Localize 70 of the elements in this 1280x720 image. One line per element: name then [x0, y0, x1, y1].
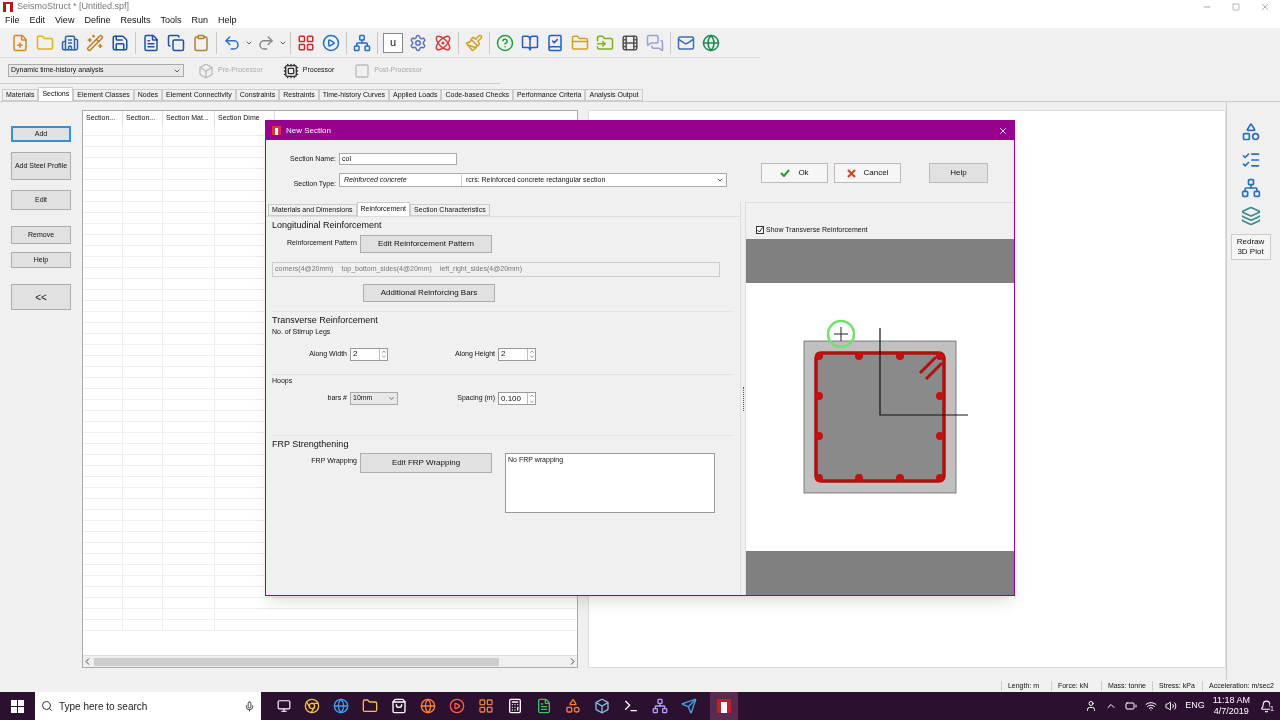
side-button[interactable]: <<: [11, 284, 71, 310]
search-icon: [41, 700, 53, 712]
edit-frp-button[interactable]: Edit FRP Wrapping: [360, 452, 492, 473]
spreadsheet-icon[interactable]: [536, 698, 552, 714]
calculator-icon[interactable]: [507, 698, 523, 714]
network-icon[interactable]: [1145, 700, 1158, 712]
menu-item[interactable]: Help: [217, 14, 237, 28]
app-icon[interactable]: [594, 698, 610, 714]
checkbox[interactable]: [756, 225, 764, 234]
menu-item[interactable]: Run: [191, 14, 208, 28]
spin-arrows-icon[interactable]: [527, 348, 535, 360]
task-view-icon[interactable]: [277, 699, 291, 713]
structure-icon[interactable]: [1240, 178, 1261, 198]
redraw-button[interactable]: Redraw 3D Plot: [1230, 234, 1271, 260]
menu-item[interactable]: Edit: [29, 14, 46, 28]
volume-icon[interactable]: [1165, 700, 1178, 712]
spin-value: 2: [500, 350, 507, 358]
window-title: SeismoStruct * [Untitled.spf]: [17, 0, 130, 14]
terminal-icon[interactable]: [623, 698, 639, 714]
spin-arrows-icon[interactable]: [379, 348, 387, 360]
cursor-icon: [826, 319, 856, 349]
edit-pattern-button[interactable]: Edit Reinforcement Pattern: [360, 234, 492, 253]
caret-icon[interactable]: [388, 395, 395, 402]
dialog-button[interactable]: Cancel: [834, 163, 901, 183]
cube-icon: [198, 62, 214, 79]
record-icon[interactable]: [449, 698, 465, 714]
browser-icon[interactable]: [333, 698, 349, 714]
close-icon[interactable]: [998, 125, 1008, 136]
checkmark-icon: [780, 169, 791, 177]
app-icon[interactable]: [565, 698, 581, 714]
battery-icon[interactable]: [1125, 700, 1138, 712]
search-field[interactable]: Type here to search: [35, 692, 261, 720]
section-heading: FRP Strengthening: [272, 435, 734, 452]
additional-bars-button[interactable]: Additional Reinforcing Bars: [363, 283, 495, 302]
clock-time[interactable]: 11:18 AM: [1212, 695, 1250, 706]
spin-value: 0.100: [500, 394, 523, 403]
checklist-icon[interactable]: [1240, 150, 1261, 170]
menu-item[interactable]: Results: [120, 14, 151, 28]
dialog-title: New Section: [286, 124, 331, 137]
shapes-icon[interactable]: [1240, 122, 1261, 142]
section-heading: Longitudinal Reinforcement: [272, 219, 383, 232]
dialog-button[interactable]: Help: [929, 163, 988, 183]
app-icon: [272, 126, 281, 135]
dialog-button[interactable]: Ok: [761, 163, 828, 183]
spin-value: 2: [352, 350, 359, 358]
u-button[interactable]: u: [383, 32, 403, 53]
spin-field[interactable]: 0.100: [498, 392, 536, 405]
language-indicator[interactable]: ENG: [1185, 699, 1205, 713]
square-icon: [354, 62, 371, 79]
microphone-icon[interactable]: [244, 700, 255, 712]
folder-icon[interactable]: [362, 698, 378, 714]
clock-date[interactable]: 4/7/2019: [1213, 706, 1249, 717]
menu-item[interactable]: View: [55, 14, 75, 28]
app-icon[interactable]: [652, 698, 668, 714]
menu-item[interactable]: Tools: [160, 14, 182, 28]
layers-icon[interactable]: [1240, 206, 1261, 226]
chip-icon: [282, 62, 299, 79]
start-icon[interactable]: [11, 699, 24, 713]
menu-item[interactable]: Define: [84, 14, 111, 28]
browser-icon[interactable]: [420, 698, 436, 714]
telegram-icon[interactable]: [681, 698, 697, 714]
people-icon[interactable]: [1085, 700, 1098, 712]
cross-icon: [846, 168, 856, 178]
section-heading: Transverse Reinforcement: [272, 310, 734, 327]
spin-field[interactable]: 2: [498, 347, 536, 361]
app-icon[interactable]: [478, 698, 494, 714]
menu-item[interactable]: File: [5, 14, 20, 28]
store-icon[interactable]: [391, 698, 407, 714]
spin-field[interactable]: 2: [350, 347, 388, 361]
browser-icon[interactable]: [304, 698, 320, 714]
